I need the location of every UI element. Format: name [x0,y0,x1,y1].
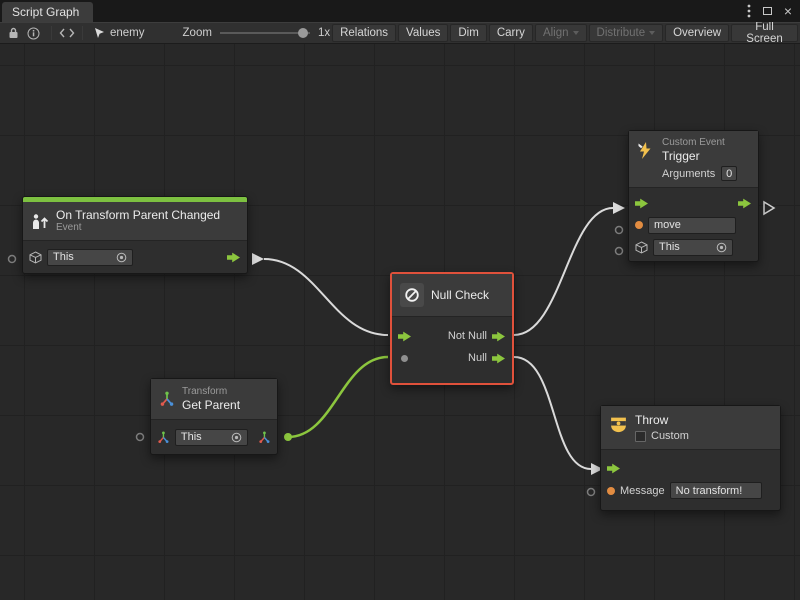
pointer-icon [94,27,105,39]
align-label: Align [543,27,569,39]
value-port-icon[interactable] [616,227,623,234]
not-null-label: Not Null [448,330,487,342]
flow-output-port[interactable] [227,252,241,263]
node-category: Custom Event [662,137,750,149]
gameobject-icon [635,241,648,254]
wire-event-to-nullcheck[interactable] [264,259,388,335]
graph-name: enemy [110,27,145,39]
flow-input-port[interactable] [398,331,412,342]
object-picker-icon[interactable] [231,432,242,443]
tab-title: Script Graph [12,5,79,19]
node-title: Get Parent [182,398,240,412]
flow-input-port[interactable] [607,463,621,474]
node-throw[interactable]: Throw Custom Message No transform! [600,405,781,511]
null-label: Null [468,352,487,364]
arguments-label: Arguments [662,168,715,180]
zoom-slider-handle[interactable] [298,28,308,38]
kebab-menu-icon[interactable] [747,4,751,18]
dim-button[interactable]: Dim [450,24,486,42]
lock-icon[interactable] [8,27,19,39]
transform-output-port[interactable] [258,431,271,444]
node-title: On Transform Parent Changed [56,208,220,222]
info-icon[interactable] [27,27,40,40]
node-title: Trigger [662,149,750,163]
node-on-transform-parent-changed[interactable]: On Transform Parent Changed Event This [22,196,248,274]
zoom-slider[interactable] [220,27,310,39]
toolbar-separator [82,26,83,40]
throw-icon [609,415,628,434]
transform-parent-changed-icon [31,213,49,230]
transform-icon [159,391,175,407]
null-output-port[interactable] [492,353,506,364]
chevron-down-icon [649,31,655,35]
zoom-label: Zoom [183,27,212,39]
value-port-icon[interactable] [9,256,16,263]
custom-event-icon [637,141,655,160]
node-category: Transform [182,386,240,398]
toolbar-separator [51,26,52,40]
event-name-value: move [654,219,681,231]
wire-getparent-to-nullcheck[interactable] [288,357,388,437]
graph-canvas[interactable]: On Transform Parent Changed Event This [0,44,800,600]
target-field[interactable]: This [47,249,133,266]
align-button[interactable]: Align [535,24,587,42]
relations-button[interactable]: Relations [332,24,396,42]
string-input-port[interactable] [635,221,643,229]
custom-checkbox[interactable] [635,431,646,442]
string-input-port[interactable] [607,487,615,495]
wire-end-arrow-icon [613,202,625,214]
tab-bar: Script Graph × [0,0,800,22]
distribute-label: Distribute [597,27,646,39]
event-name-field[interactable]: move [648,217,736,234]
zoom-value: 1x [318,27,330,39]
message-label: Message [620,485,665,497]
distribute-button[interactable]: Distribute [589,24,664,42]
overview-button[interactable]: Overview [665,24,729,42]
wire-nullcheck-to-throw[interactable] [514,357,591,469]
node-get-parent[interactable]: Transform Get Parent This [150,378,278,455]
not-null-output-port[interactable] [492,331,506,342]
object-picker-icon[interactable] [116,252,127,263]
custom-label: Custom [651,430,689,442]
node-title: Throw [635,413,689,427]
target-field[interactable]: This [175,429,248,446]
arguments-field[interactable]: 0 [721,166,737,181]
value-input-port[interactable] [401,355,408,362]
full-screen-button[interactable]: Full Screen [731,24,798,42]
flow-input-port[interactable] [635,198,649,209]
gameobject-icon [29,251,42,264]
wire-start-arrow-icon [252,253,264,265]
close-icon[interactable]: × [784,4,792,18]
carry-button[interactable]: Carry [489,24,533,42]
chevron-down-icon [573,31,579,35]
target-value: This [181,431,202,443]
wire-nullcheck-to-trigger[interactable] [514,208,613,335]
value-port-icon[interactable] [588,489,595,496]
unconnected-output-arrow-icon[interactable] [764,202,774,214]
window-actions: × [747,0,792,22]
graph-reference[interactable]: enemy [94,27,145,39]
flow-output-port[interactable] [738,198,752,209]
arguments-value: 0 [726,168,732,180]
target-field[interactable]: This [653,239,733,256]
message-field[interactable]: No transform! [670,482,762,499]
node-trigger-custom-event[interactable]: Custom Event Trigger Arguments 0 [628,130,759,262]
value-port-icon[interactable] [137,434,144,441]
null-check-icon [400,283,424,307]
values-button[interactable]: Values [398,24,448,42]
code-icon[interactable] [59,28,75,38]
node-null-check[interactable]: Null Check Not Null Null [390,272,514,385]
object-picker-icon[interactable] [716,242,727,253]
target-value: This [659,241,680,253]
tab-script-graph[interactable]: Script Graph [2,2,93,22]
graph-toolbar: enemy Zoom 1x Relations Values Dim Carry… [0,22,800,44]
target-value: This [53,251,74,263]
zoom-slider-track[interactable] [220,32,310,34]
maximize-icon[interactable] [763,7,772,15]
value-port-icon[interactable] [616,248,623,255]
node-subtitle: Event [56,222,220,234]
node-title: Null Check [431,288,489,302]
transform-input-icon[interactable] [157,431,170,444]
message-value: No transform! [676,485,743,497]
